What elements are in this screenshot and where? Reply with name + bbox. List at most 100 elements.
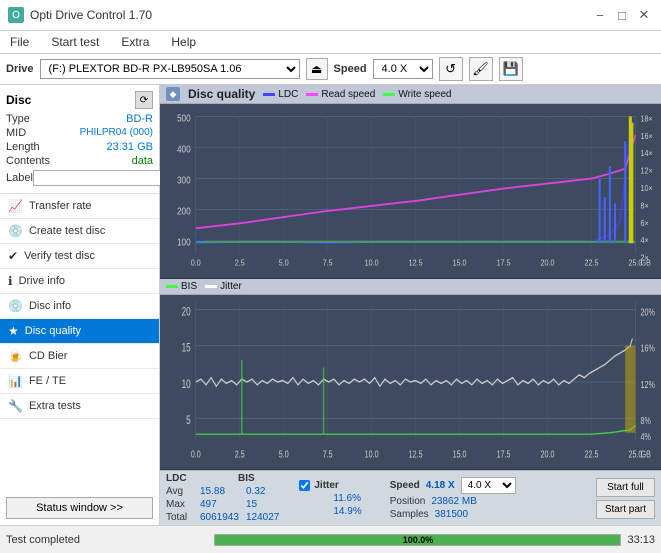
legend-ldc-label: LDC (278, 89, 298, 100)
charts-wrapper: 500 400 300 200 100 0.0 2.5 5.0 7.5 10.0… (160, 104, 661, 470)
svg-text:0.0: 0.0 (191, 448, 201, 460)
svg-text:18×: 18× (641, 114, 653, 124)
type-value: BD-R (126, 113, 153, 125)
avg-ldc: 15.88 (200, 486, 242, 497)
svg-text:4%: 4% (641, 431, 651, 443)
menu-extra[interactable]: Extra (115, 33, 155, 51)
refresh-button[interactable]: ↺ (439, 57, 463, 81)
menu-bar: File Start test Extra Help (0, 31, 661, 54)
status-text: Test completed (6, 534, 208, 546)
status-window-btn[interactable]: Status window >> (6, 497, 153, 519)
paint-button[interactable]: 🖌 (469, 57, 493, 81)
verify-test-disc-label: Verify test disc (24, 250, 95, 262)
title-bar: O Opti Drive Control 1.70 − □ ✕ (0, 0, 661, 31)
avg-label: Avg (166, 486, 196, 497)
sidebar-item-verify-test-disc[interactable]: ✔ Verify test disc (0, 244, 159, 269)
top-chart-svg: 500 400 300 200 100 0.0 2.5 5.0 7.5 10.0… (160, 104, 661, 278)
stats-bar: LDC BIS Avg 15.88 0.32 Max 497 15 Total … (160, 470, 661, 525)
app-icon: O (8, 7, 24, 23)
sidebar-item-transfer-rate[interactable]: 📈 Transfer rate (0, 194, 159, 219)
svg-text:5.0: 5.0 (279, 258, 289, 268)
svg-text:22.5: 22.5 (585, 258, 599, 268)
bis-col-header: BIS (238, 473, 278, 484)
disc-label-input[interactable] (33, 170, 171, 186)
svg-text:7.5: 7.5 (323, 258, 333, 268)
close-button[interactable]: ✕ (635, 6, 653, 24)
jitter-checkbox[interactable] (299, 480, 310, 491)
progress-bar: 100.0% (214, 534, 621, 546)
svg-text:14×: 14× (641, 149, 653, 159)
svg-text:22.5: 22.5 (585, 448, 599, 460)
sidebar-item-drive-info[interactable]: ℹ Drive info (0, 269, 159, 294)
svg-text:4×: 4× (641, 236, 649, 246)
menu-start-test[interactable]: Start test (45, 33, 105, 51)
disc-info-icon: 💿 (8, 299, 23, 313)
sidebar-item-create-test-disc[interactable]: 💿 Create test disc (0, 219, 159, 244)
sidebar-item-extra-tests[interactable]: 🔧 Extra tests (0, 394, 159, 419)
samples-value: 381500 (435, 509, 468, 520)
main-layout: Disc ⟳ Type BD-R MID PHILPR04 (000) Leng… (0, 85, 661, 525)
progress-label: 100.0% (215, 535, 620, 545)
position-value: 23862 MB (431, 496, 477, 507)
svg-text:10: 10 (182, 379, 191, 392)
svg-text:12%: 12% (641, 379, 655, 391)
svg-text:12.5: 12.5 (409, 258, 423, 268)
ldc-col-header: LDC (166, 473, 218, 484)
action-buttons: Start full Start part (596, 478, 655, 519)
chart-header: ◆ Disc quality LDC Read speed Write spee… (160, 85, 661, 104)
legend-write-speed-label: Write speed (398, 89, 451, 100)
mid-label: MID (6, 127, 26, 139)
start-part-button[interactable]: Start part (596, 500, 655, 519)
maximize-button[interactable]: □ (613, 6, 631, 24)
cd-bier-icon: 🍺 (8, 349, 23, 363)
menu-file[interactable]: File (4, 33, 35, 51)
length-value: 23.31 GB (107, 141, 153, 153)
extra-tests-icon: 🔧 (8, 399, 23, 413)
svg-text:17.5: 17.5 (497, 258, 511, 268)
max-jitter: 14.9% (333, 506, 361, 517)
toolbar: Drive (F:) PLEXTOR BD-R PX-LB950SA 1.06 … (0, 54, 661, 85)
create-test-disc-label: Create test disc (29, 225, 105, 237)
top-chart: 500 400 300 200 100 0.0 2.5 5.0 7.5 10.0… (160, 104, 661, 279)
svg-text:12.5: 12.5 (409, 448, 423, 460)
sidebar: Disc ⟳ Type BD-R MID PHILPR04 (000) Leng… (0, 85, 160, 525)
svg-text:300: 300 (177, 175, 191, 186)
chart-legend1: LDC Read speed Write speed (263, 89, 451, 100)
svg-text:20.0: 20.0 (541, 258, 555, 268)
svg-text:15: 15 (182, 342, 191, 355)
sidebar-item-cd-bier[interactable]: 🍺 CD Bier (0, 344, 159, 369)
save-button[interactable]: 💾 (499, 57, 523, 81)
speed-select-stats[interactable]: 4.0 X (461, 477, 516, 494)
bottom-chart: 20 15 10 5 0.0 2.5 5.0 7.5 10.0 12.5 15.… (160, 295, 661, 470)
sidebar-item-disc-quality[interactable]: ★ Disc quality (0, 319, 159, 344)
menu-help[interactable]: Help (165, 33, 202, 51)
sidebar-item-disc-info[interactable]: 💿 Disc info (0, 294, 159, 319)
drive-label: Drive (6, 63, 34, 75)
disc-quality-label: Disc quality (25, 325, 81, 337)
fe-te-icon: 📊 (8, 374, 23, 388)
minimize-button[interactable]: − (591, 6, 609, 24)
chart-title: Disc quality (188, 87, 255, 101)
sidebar-item-fe-te[interactable]: 📊 FE / TE (0, 369, 159, 394)
svg-text:200: 200 (177, 206, 191, 217)
disc-refresh-btn[interactable]: ⟳ (135, 91, 153, 109)
eject-button[interactable]: ⏏ (306, 58, 328, 80)
disc-title: Disc (6, 93, 31, 107)
svg-text:15.0: 15.0 (453, 258, 467, 268)
svg-text:2.5: 2.5 (235, 258, 245, 268)
svg-text:5.0: 5.0 (279, 448, 289, 460)
speed-select[interactable]: 4.0 X (373, 59, 433, 79)
type-label: Type (6, 113, 30, 125)
length-label: Length (6, 141, 40, 153)
drive-select[interactable]: (F:) PLEXTOR BD-R PX-LB950SA 1.06 (40, 59, 300, 79)
svg-text:10×: 10× (641, 183, 653, 193)
legend-jitter-label: Jitter (220, 281, 242, 292)
title-bar-controls: − □ ✕ (591, 6, 653, 24)
start-full-button[interactable]: Start full (596, 478, 655, 497)
speed-header: Speed (390, 480, 420, 491)
svg-text:17.5: 17.5 (497, 448, 511, 460)
app-title: Opti Drive Control 1.70 (30, 8, 152, 22)
jitter-header: Jitter (314, 480, 338, 491)
svg-text:8×: 8× (641, 201, 649, 211)
disc-panel: Disc ⟳ Type BD-R MID PHILPR04 (000) Leng… (0, 85, 159, 194)
